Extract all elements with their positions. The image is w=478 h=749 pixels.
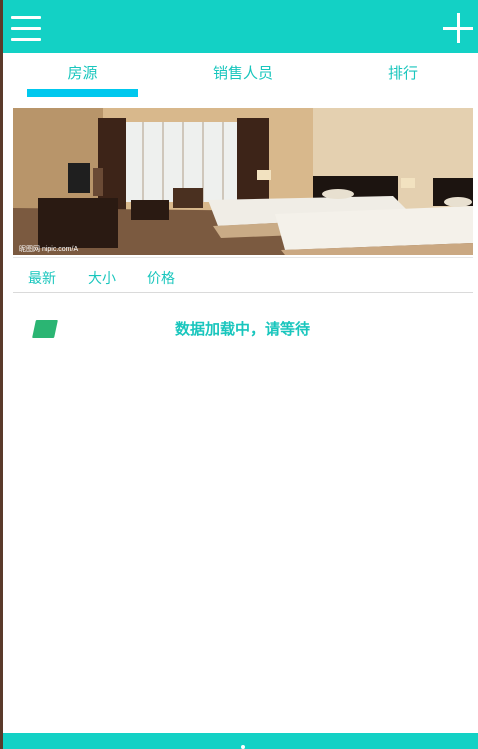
- divider: [13, 292, 473, 293]
- tab-salespeople[interactable]: 销售人员: [183, 62, 303, 84]
- bottom-bar-indicator: [241, 745, 245, 749]
- sort-options: 最新 大小 价格: [3, 268, 478, 292]
- sort-size[interactable]: 大小: [88, 268, 116, 290]
- top-app-bar: [3, 0, 478, 53]
- tab-ranking[interactable]: 排行: [363, 62, 443, 84]
- sort-latest[interactable]: 最新: [28, 268, 56, 290]
- tab-listings[interactable]: 房源: [27, 62, 138, 84]
- active-tab-indicator: [27, 89, 138, 97]
- loading-status-text: 数据加载中，请等待: [174, 320, 310, 338]
- app-screen: 房源 销售人员 排行 昵图网 nipic.com/A 最新 大小 价格 数据加载…: [3, 0, 478, 749]
- banner-image-hotel-room[interactable]: 昵图网 nipic.com/A: [13, 108, 473, 255]
- sort-price[interactable]: 价格: [147, 268, 175, 290]
- main-tabs: 房源 销售人员 排行: [3, 53, 478, 99]
- divider: [13, 257, 473, 258]
- add-plus-icon[interactable]: [443, 12, 475, 44]
- hamburger-menu-icon[interactable]: [11, 12, 43, 44]
- banner-watermark: 昵图网 nipic.com/A: [19, 245, 78, 253]
